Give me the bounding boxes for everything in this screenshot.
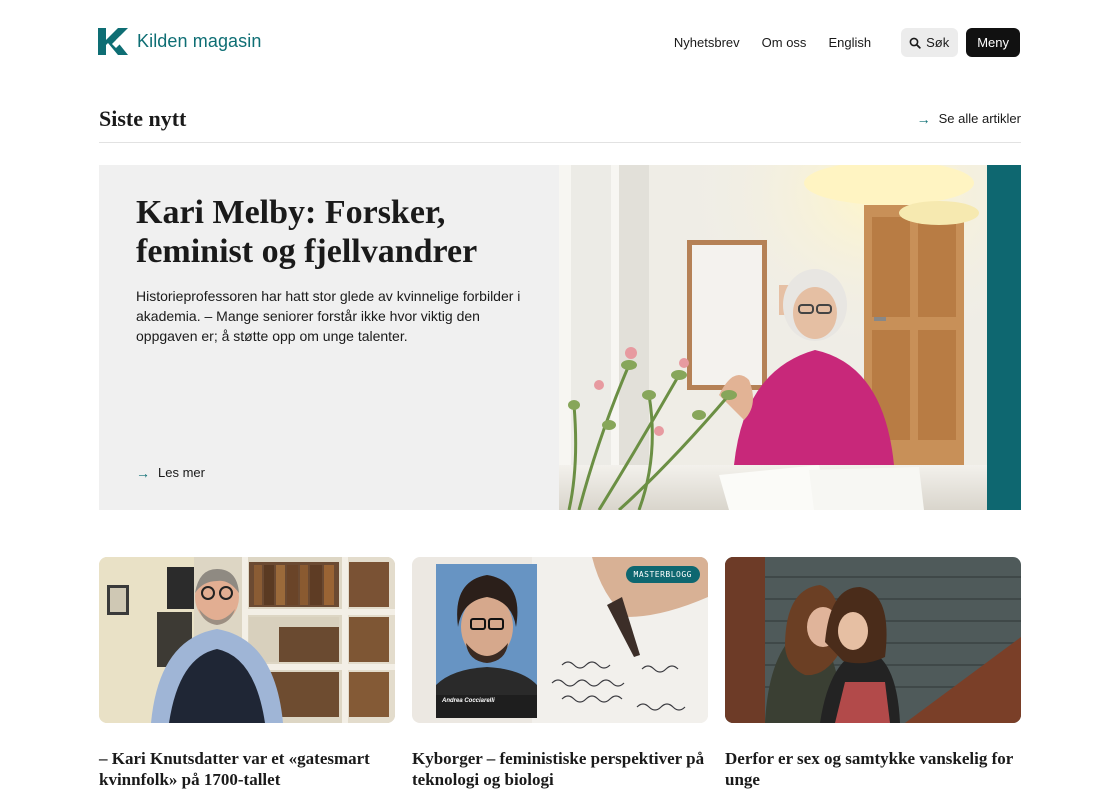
article-card-image[interactable] <box>99 557 395 723</box>
category-badge: MASTERBLOGG <box>625 566 700 583</box>
photo-caption: Andrea Cocciarelli <box>442 698 495 704</box>
portrait-photo <box>559 165 987 510</box>
see-all-articles-link[interactable]: → Se alle artikler <box>917 111 1021 126</box>
article-card-title[interactable]: Kyborger – feministiske perspektiver på … <box>412 748 708 790</box>
nav-link-newsletter[interactable]: Nyhetsbrev <box>674 35 740 50</box>
read-more-link[interactable]: → Les mer <box>136 465 205 480</box>
search-icon <box>909 37 921 49</box>
site-header: Kilden magasin Nyhetsbrev Om oss English… <box>0 0 1120 84</box>
article-card-title[interactable]: Derfor er sex og samtykke vanskelig for … <box>725 748 1021 790</box>
featured-article-title[interactable]: Kari Melby: Forsker, feminist og fjellva… <box>136 193 526 271</box>
arrow-right-icon: → <box>136 464 150 481</box>
search-button-label: Søk <box>926 35 950 50</box>
latest-news-header: Siste nytt → Se alle artikler <box>99 104 1021 143</box>
featured-article-text: Kari Melby: Forsker, feminist og fjellva… <box>136 193 526 346</box>
kilden-logo-icon <box>98 26 129 57</box>
search-button[interactable]: Søk <box>901 28 959 57</box>
two-people-photo <box>725 557 1021 723</box>
library-portrait-photo <box>99 557 395 723</box>
nav-link-about[interactable]: Om oss <box>762 35 807 50</box>
article-card-image[interactable]: Andrea Cocciarelli MASTERBLOGG <box>412 557 708 723</box>
read-more-label: Les mer <box>158 465 205 480</box>
arrow-right-icon: → <box>916 110 931 127</box>
menu-button-label: Meny <box>977 35 1009 50</box>
featured-accent-bar <box>987 165 1021 510</box>
see-all-label: Se alle artikler <box>938 111 1021 126</box>
logo-text: Kilden magasin <box>137 31 262 51</box>
article-card[interactable]: Derfor er sex og samtykke vanskelig for … <box>725 557 1021 790</box>
article-card-image[interactable] <box>725 557 1021 723</box>
article-card[interactable]: – Kari Knutsdatter var et «gatesmart kvi… <box>99 557 395 790</box>
featured-article-description: Historieprofessoren har hatt stor glede … <box>136 288 521 344</box>
menu-button[interactable]: Meny <box>966 28 1020 57</box>
article-card-title[interactable]: – Kari Knutsdatter var et «gatesmart kvi… <box>99 748 395 790</box>
featured-article[interactable]: Kari Melby: Forsker, feminist og fjellva… <box>99 165 1021 510</box>
article-card[interactable]: Andrea Cocciarelli MASTERBLOGG Kyborger … <box>412 557 708 790</box>
featured-article-image[interactable] <box>559 165 987 510</box>
nav-link-english[interactable]: English <box>828 35 871 50</box>
section-title: Siste nytt <box>99 106 187 131</box>
main-nav: Nyhetsbrev Om oss English Søk Meny <box>674 28 1020 57</box>
site-logo[interactable]: Kilden magasin <box>98 26 261 57</box>
